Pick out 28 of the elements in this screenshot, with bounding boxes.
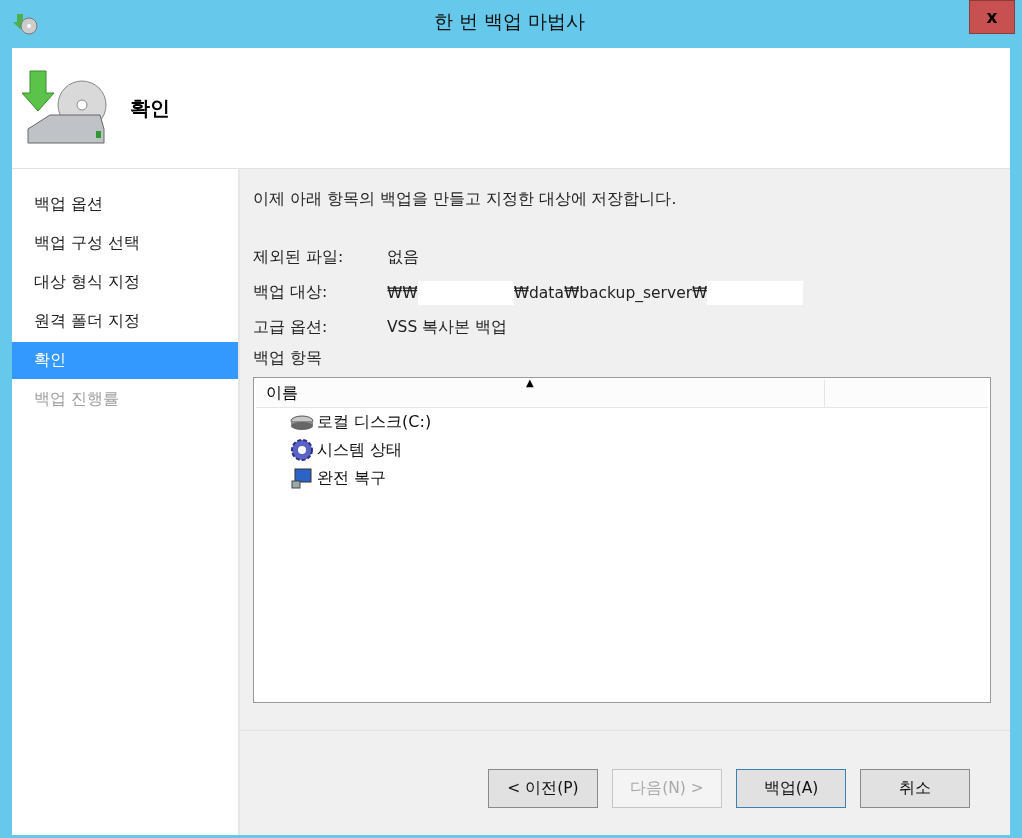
detail-value: 없음 bbox=[387, 247, 419, 268]
computer-icon bbox=[290, 467, 314, 489]
wizard-button[interactable]: < 이전(P) bbox=[488, 768, 598, 808]
close-button[interactable]: x bbox=[969, 0, 1015, 34]
detail-value: ₩₩ bbox=[387, 283, 418, 302]
wizard-button[interactable]: 백업(A) bbox=[736, 768, 846, 808]
item-name: 시스템 상태 bbox=[317, 439, 403, 461]
window-title: 한 번 백업 마법사 bbox=[432, 9, 587, 34]
detail-value: VSS 복사본 백업 bbox=[387, 317, 508, 338]
gear-icon bbox=[290, 438, 314, 462]
intro-text: 이제 아래 항목의 백업을 만들고 지정한 대상에 저장합니다. bbox=[253, 189, 678, 210]
column-header[interactable]: 이름 ▲ bbox=[256, 380, 825, 407]
page-title: 확인 bbox=[130, 94, 170, 122]
drive-icon bbox=[290, 413, 314, 431]
wizard-button[interactable]: 취소 bbox=[860, 768, 970, 808]
sort-arrow: ▲ bbox=[526, 377, 534, 388]
detail-value: ₩data₩backup_server₩ bbox=[513, 283, 708, 302]
items-label: 백업 항목 bbox=[253, 348, 323, 369]
backup-icon bbox=[12, 12, 38, 36]
wizard-step[interactable]: 원격 폴더 지정 bbox=[12, 303, 238, 340]
wizard-step[interactable]: 백업 옵션 bbox=[12, 186, 238, 223]
detail-label: 백업 대상: bbox=[253, 282, 329, 303]
detail-label: 고급 옵션: bbox=[253, 317, 329, 338]
item-name: 로컬 디스크(C:) bbox=[317, 411, 432, 433]
item-name: 완전 복구 bbox=[317, 467, 387, 489]
detail-label: 제외된 파일: bbox=[253, 247, 345, 268]
wizard-step[interactable]: 대상 형식 지정 bbox=[12, 264, 238, 301]
wizard-step[interactable]: 백업 구성 선택 bbox=[12, 225, 238, 262]
